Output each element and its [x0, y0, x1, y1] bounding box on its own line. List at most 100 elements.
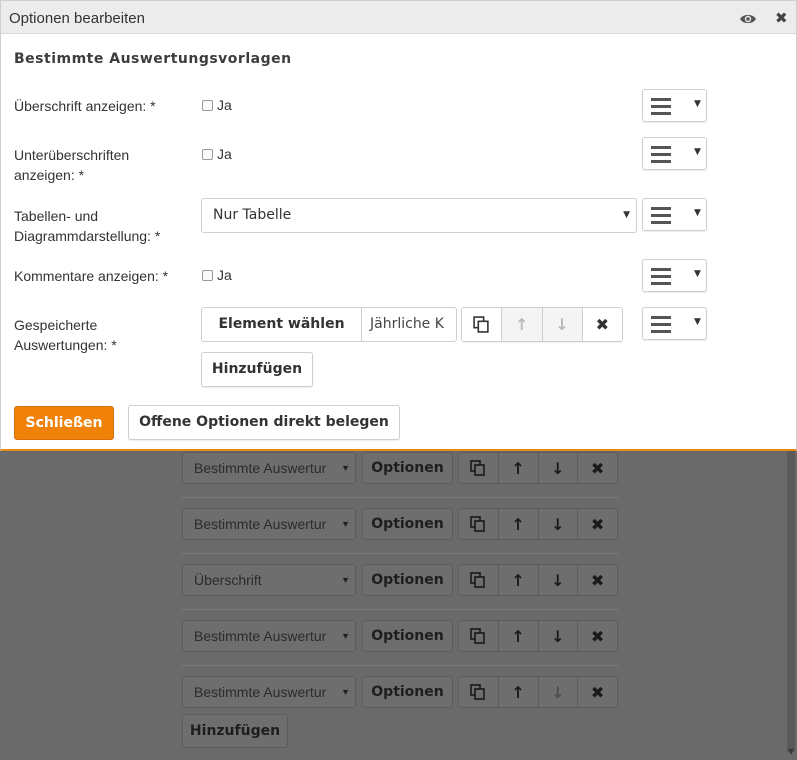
background-row: Bestimmte Auswertur ▼ Optionen ↑ ↓ ✖: [182, 676, 618, 710]
assign-open-options-button[interactable]: Offene Optionen direkt belegen: [128, 405, 400, 440]
background-add-button[interactable]: Hinzufügen: [182, 714, 288, 748]
chevron-down-icon: ▼: [694, 317, 701, 327]
checkbox-box[interactable]: [202, 148, 213, 160]
checkbox-label: Ja: [217, 146, 232, 162]
delete-icon[interactable]: ✖: [582, 308, 622, 341]
arrow-up-icon[interactable]: ↑: [499, 453, 539, 483]
copy-icon[interactable]: [459, 677, 499, 707]
arrow-down-icon[interactable]: ↓: [539, 565, 579, 595]
close-button[interactable]: Schließen: [14, 406, 114, 440]
chevron-down-icon: ▼: [341, 575, 350, 585]
copy-icon[interactable]: [459, 565, 499, 595]
background-row-tools: ↑ ↓ ✖: [458, 620, 618, 652]
chevron-down-icon: ▼: [341, 631, 350, 641]
show-comments-label: Kommentare anzeigen: *: [14, 268, 169, 284]
display-mode-label: Tabellen- und Diagrammdarstellung: *: [14, 206, 160, 246]
chevron-down-icon: ▼: [694, 99, 701, 109]
arrow-down-icon[interactable]: ↓: [539, 453, 579, 483]
background-type-select[interactable]: Bestimmte Auswertur ▼: [182, 676, 356, 708]
arrow-up-icon: ↑: [502, 308, 543, 341]
arrow-down-icon[interactable]: ↓: [539, 621, 579, 651]
label-line: Unterüberschriften: [14, 147, 130, 163]
show-comments-checkbox[interactable]: Ja: [202, 267, 232, 283]
background-select-value: Bestimmte Auswertur: [194, 628, 327, 644]
scroll-down-icon[interactable]: ▼: [787, 748, 795, 756]
close-icon[interactable]: ✖: [775, 9, 788, 27]
background-options-button[interactable]: Optionen: [362, 564, 453, 596]
background-options-button[interactable]: Optionen: [362, 676, 453, 708]
background-row: Überschrift ▼ Optionen ↑ ↓ ✖: [182, 564, 618, 610]
chevron-down-icon: ▼: [341, 519, 350, 529]
checkbox-box[interactable]: [202, 99, 213, 111]
delete-icon[interactable]: ✖: [578, 453, 617, 483]
options-dialog: Optionen bearbeiten ✖ Bestimmte Auswertu…: [0, 0, 797, 451]
arrow-down-icon: ↓: [539, 677, 579, 707]
copy-icon[interactable]: [462, 308, 503, 341]
background-select-value: Bestimmte Auswertur: [194, 460, 327, 476]
row-divider: [182, 665, 618, 666]
label-line: Diagrammdarstellung: *: [14, 228, 161, 244]
delete-icon[interactable]: ✖: [578, 621, 617, 651]
background-type-select[interactable]: Überschrift ▼: [182, 564, 356, 596]
element-value: Jährliche K: [370, 316, 444, 332]
dialog-titlebar: Optionen bearbeiten ✖: [1, 1, 796, 34]
arrow-down-icon[interactable]: ↓: [539, 509, 579, 539]
display-mode-value: Nur Tabelle: [213, 207, 292, 223]
label-line: Auswertungen: *: [14, 337, 117, 353]
background-row: Bestimmte Auswertur ▼ Optionen ↑ ↓ ✖: [182, 620, 618, 666]
label-line: anzeigen: *: [14, 167, 85, 183]
chevron-down-icon: ▼: [694, 269, 701, 279]
menu-icon: [651, 316, 671, 337]
arrow-up-icon[interactable]: ↑: [499, 509, 539, 539]
row-menu-button[interactable]: ▼: [642, 259, 707, 292]
show-subheadings-checkbox[interactable]: Ja: [202, 146, 232, 162]
background-row: Bestimmte Auswertur ▼ Optionen ↑ ↓ ✖: [182, 508, 618, 554]
arrow-up-icon[interactable]: ↑: [499, 677, 539, 707]
background-type-select[interactable]: Bestimmte Auswertur ▼: [182, 452, 356, 484]
row-menu-button[interactable]: ▼: [642, 89, 707, 122]
choose-element-button[interactable]: Element wählen: [202, 308, 362, 341]
delete-icon[interactable]: ✖: [578, 677, 617, 707]
delete-icon[interactable]: ✖: [578, 565, 617, 595]
background-select-value: Überschrift: [194, 572, 262, 588]
checkbox-label: Ja: [217, 267, 232, 283]
show-heading-checkbox[interactable]: Ja: [202, 97, 232, 113]
delete-icon[interactable]: ✖: [578, 509, 617, 539]
row-divider: [182, 497, 618, 498]
background-select-value: Bestimmte Auswertur: [194, 516, 327, 532]
section-title: Bestimmte Auswertungsvorlagen: [14, 51, 292, 67]
display-mode-select[interactable]: Nur Tabelle ▼: [201, 198, 637, 233]
checkbox-box[interactable]: [202, 269, 213, 281]
background-select-value: Bestimmte Auswertur: [194, 684, 327, 700]
background-options-button[interactable]: Optionen: [362, 508, 453, 540]
label-line: Gespeicherte: [14, 317, 98, 333]
label-line: Tabellen- und: [14, 208, 99, 224]
eye-icon[interactable]: [739, 11, 757, 25]
chevron-down-icon: ▼: [341, 463, 350, 473]
arrow-up-icon[interactable]: ↑: [499, 621, 539, 651]
chevron-down-icon: ▼: [341, 687, 350, 697]
background-row-tools: ↑ ↓ ✖: [458, 676, 618, 708]
checkbox-label: Ja: [217, 97, 232, 113]
background-type-select[interactable]: Bestimmte Auswertur ▼: [182, 508, 356, 540]
arrow-up-icon[interactable]: ↑: [499, 565, 539, 595]
background-options-button[interactable]: Optionen: [362, 452, 453, 484]
background-row-tools: ↑ ↓ ✖: [458, 564, 618, 596]
show-heading-label: Überschrift anzeigen: *: [14, 98, 156, 114]
copy-icon[interactable]: [459, 621, 499, 651]
copy-icon[interactable]: [459, 453, 499, 483]
add-button[interactable]: Hinzufügen: [201, 352, 313, 387]
row-menu-button[interactable]: ▼: [642, 137, 707, 170]
row-menu-button[interactable]: ▼: [642, 307, 707, 340]
background-type-select[interactable]: Bestimmte Auswertur ▼: [182, 620, 356, 652]
element-tools: ↑ ↓ ✖: [461, 307, 623, 342]
saved-evaluations-label: Gespeicherte Auswertungen: *: [14, 315, 117, 355]
copy-icon[interactable]: [459, 509, 499, 539]
background-scrollbar[interactable]: ▼: [787, 450, 795, 756]
row-menu-button[interactable]: ▼: [642, 198, 707, 231]
background-row-tools: ↑ ↓ ✖: [458, 508, 618, 540]
background-options-button[interactable]: Optionen: [362, 620, 453, 652]
dialog-title: Optionen bearbeiten: [9, 10, 145, 27]
arrow-down-icon: ↓: [542, 308, 583, 341]
chevron-down-icon: ▼: [694, 147, 701, 157]
